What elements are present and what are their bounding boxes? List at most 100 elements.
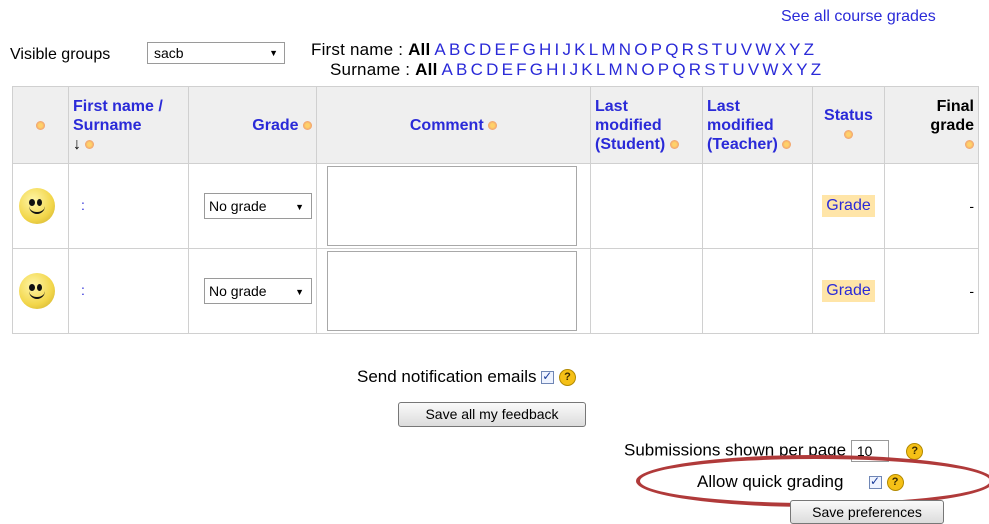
- surname-initial-c[interactable]: C: [471, 60, 483, 79]
- grade-header[interactable]: Grade: [188, 86, 317, 164]
- surname-initial-u[interactable]: U: [732, 60, 744, 79]
- firstname-initial-l[interactable]: L: [589, 40, 599, 59]
- grade-cell: No grade ▼: [188, 248, 317, 334]
- surname-initial-p[interactable]: P: [658, 60, 670, 79]
- surname-initial-d[interactable]: D: [486, 60, 498, 79]
- name-header-label[interactable]: First name / Surname: [73, 98, 163, 134]
- surname-initial-y[interactable]: Y: [796, 60, 808, 79]
- firstname-initial-j[interactable]: J: [562, 40, 571, 59]
- help-icon[interactable]: ?: [559, 369, 577, 387]
- collapse-column-icon[interactable]: [303, 120, 312, 130]
- firstname-initial-h[interactable]: H: [539, 40, 551, 59]
- surname-initial-s[interactable]: S: [704, 60, 716, 79]
- chevron-down-icon: ▼: [295, 287, 304, 297]
- visible-groups-select[interactable]: sacb ▼: [147, 42, 285, 64]
- firstname-initial-m[interactable]: M: [601, 40, 615, 59]
- surname-initial-all[interactable]: All: [415, 60, 437, 79]
- surname-initial-l[interactable]: L: [596, 60, 606, 79]
- grade-select[interactable]: No grade ▼: [204, 193, 312, 219]
- collapse-column-icon[interactable]: [669, 139, 679, 149]
- collapse-column-icon[interactable]: [85, 139, 95, 149]
- firstname-initial-t[interactable]: T: [712, 40, 723, 59]
- firstname-initial-all[interactable]: All: [408, 40, 430, 59]
- firstname-initial-x[interactable]: X: [775, 40, 787, 59]
- firstname-initial-g[interactable]: G: [523, 40, 536, 59]
- surname-initial-a[interactable]: A: [442, 60, 454, 79]
- firstname-initials-label: First name :: [311, 40, 404, 59]
- surname-initial-m[interactable]: M: [608, 60, 622, 79]
- comment-header[interactable]: Comment: [316, 86, 591, 164]
- firstname-initial-k[interactable]: K: [574, 40, 586, 59]
- firstname-initial-c[interactable]: C: [464, 40, 476, 59]
- send-notifications-checkbox[interactable]: [541, 369, 555, 385]
- final-grade-cell: -: [884, 248, 979, 334]
- collapse-column-icon[interactable]: [844, 130, 853, 140]
- firstname-initial-f[interactable]: F: [509, 40, 520, 59]
- comment-header-label[interactable]: Comment: [410, 117, 484, 134]
- surname-initial-t[interactable]: T: [719, 60, 730, 79]
- firstname-initial-y[interactable]: Y: [789, 40, 801, 59]
- surname-initial-n[interactable]: N: [626, 60, 638, 79]
- firstname-initial-n[interactable]: N: [619, 40, 631, 59]
- firstname-initial-r[interactable]: R: [682, 40, 694, 59]
- help-icon[interactable]: ?: [906, 442, 924, 460]
- grade-header-label[interactable]: Grade: [252, 117, 298, 134]
- collapse-column-icon[interactable]: [965, 139, 974, 149]
- collapse-column-icon[interactable]: [782, 139, 792, 149]
- surname-initial-z[interactable]: Z: [811, 60, 822, 79]
- firstname-initial-s[interactable]: S: [697, 40, 709, 59]
- surname-initial-v[interactable]: V: [748, 60, 760, 79]
- surname-initial-k[interactable]: K: [581, 60, 593, 79]
- firstname-initial-z[interactable]: Z: [804, 40, 815, 59]
- avatar[interactable]: [19, 188, 55, 224]
- firstname-initial-e[interactable]: E: [494, 40, 506, 59]
- status-header-label[interactable]: Status: [824, 107, 873, 124]
- see-all-course-grades-link[interactable]: See all course grades: [781, 8, 936, 26]
- firstname-initial-o[interactable]: O: [634, 40, 647, 59]
- firstname-initial-a[interactable]: A: [434, 40, 446, 59]
- name-cell: :: [68, 248, 189, 334]
- grade-cell: No grade ▼: [188, 163, 317, 249]
- student-name-link[interactable]: :: [73, 282, 85, 298]
- status-grade-link[interactable]: Grade: [822, 195, 875, 217]
- last-modified-teacher-header[interactable]: Last modified (Teacher): [702, 86, 813, 164]
- firstname-initial-d[interactable]: D: [479, 40, 491, 59]
- firstname-initial-u[interactable]: U: [725, 40, 737, 59]
- comment-textarea[interactable]: [327, 251, 577, 331]
- student-name-link[interactable]: :: [73, 197, 85, 213]
- name-header[interactable]: First name / Surname ↓: [68, 86, 189, 164]
- collapse-column-icon[interactable]: [36, 120, 45, 130]
- last-modified-student-label[interactable]: Last modified (Student): [595, 98, 665, 153]
- surname-initial-b[interactable]: B: [456, 60, 468, 79]
- surname-initial-x[interactable]: X: [782, 60, 794, 79]
- last-modified-student-header[interactable]: Last modified (Student): [590, 86, 703, 164]
- firstname-initial-letters: ABCDEFGHIJKLMNOPQRSTUVWXYZ: [434, 40, 817, 59]
- surname-initial-j[interactable]: J: [570, 60, 579, 79]
- firstname-initial-b[interactable]: B: [449, 40, 461, 59]
- firstname-initial-v[interactable]: V: [741, 40, 753, 59]
- surname-initial-w[interactable]: W: [762, 60, 778, 79]
- surname-initial-i[interactable]: I: [562, 60, 567, 79]
- surname-initial-r[interactable]: R: [689, 60, 701, 79]
- surname-initial-q[interactable]: Q: [672, 60, 685, 79]
- grade-select[interactable]: No grade ▼: [204, 278, 312, 304]
- firstname-initial-p[interactable]: P: [651, 40, 663, 59]
- last-modified-teacher-label[interactable]: Last modified (Teacher): [707, 98, 778, 153]
- surname-initial-f[interactable]: F: [516, 60, 527, 79]
- save-all-feedback-button[interactable]: Save all my feedback: [398, 402, 586, 427]
- collapse-column-icon[interactable]: [488, 120, 498, 130]
- surname-initial-h[interactable]: H: [546, 60, 558, 79]
- firstname-initial-i[interactable]: I: [555, 40, 560, 59]
- status-grade-link[interactable]: Grade: [822, 280, 875, 302]
- surname-initial-e[interactable]: E: [502, 60, 514, 79]
- avatar[interactable]: [19, 273, 55, 309]
- last-modified-student-cell: [590, 248, 703, 334]
- save-preferences-button[interactable]: Save preferences: [790, 500, 944, 524]
- status-header[interactable]: Status: [812, 86, 885, 164]
- surname-initial-g[interactable]: G: [530, 60, 543, 79]
- firstname-initial-w[interactable]: W: [755, 40, 771, 59]
- surname-initial-o[interactable]: O: [641, 60, 654, 79]
- final-grade-header-label: Final grade: [930, 97, 974, 134]
- comment-textarea[interactable]: [327, 166, 577, 246]
- firstname-initial-q[interactable]: Q: [665, 40, 678, 59]
